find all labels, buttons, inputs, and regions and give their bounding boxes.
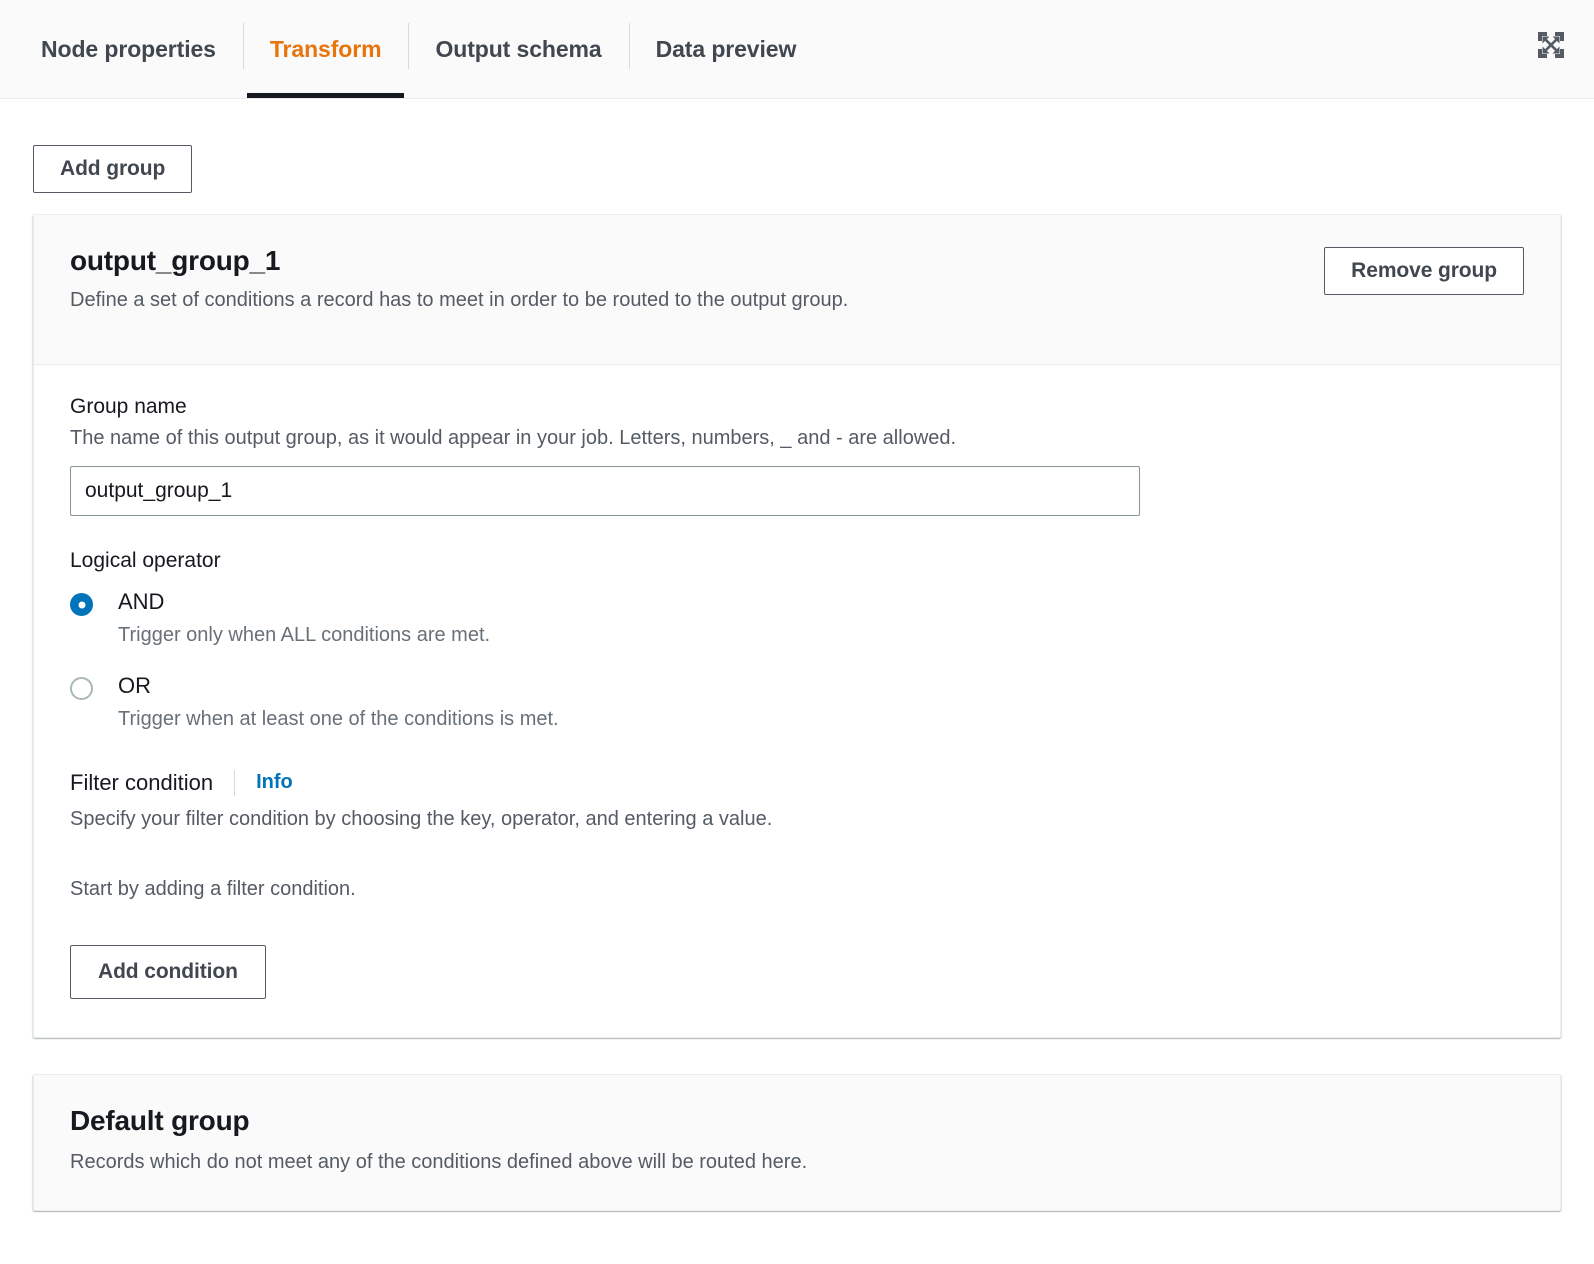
group-name-input[interactable]	[70, 466, 1140, 516]
filter-condition-label: Filter condition	[70, 770, 213, 796]
expand-arrows-icon	[1538, 32, 1564, 58]
expand-panel-button[interactable]	[1537, 31, 1565, 59]
default-group-description: Records which do not meet any of the con…	[70, 1149, 1524, 1176]
transform-content: Add group output_group_1 Define a set of…	[0, 99, 1594, 1211]
add-group-toolbar: Add group	[33, 99, 1561, 214]
radio-and-icon[interactable]	[70, 593, 93, 616]
filter-condition-description: Specify your filter condition by choosin…	[70, 806, 1524, 833]
filter-condition-header: Filter condition Info	[70, 770, 1524, 796]
radio-or-description: Trigger when at least one of the conditi…	[118, 706, 559, 733]
tab-transform[interactable]: Transform	[243, 0, 409, 98]
tab-node-properties[interactable]: Node properties	[14, 0, 243, 98]
output-group-body: Group name The name of this output group…	[34, 365, 1560, 1037]
radio-or-texts: OR Trigger when at least one of the cond…	[118, 671, 559, 753]
tab-data-preview[interactable]: Data preview	[629, 0, 824, 98]
radio-option-or[interactable]: OR Trigger when at least one of the cond…	[70, 671, 1524, 753]
group-name-label: Group name	[70, 395, 1524, 419]
tab-list: Node properties Transform Output schema …	[14, 0, 823, 98]
tab-label: Data preview	[656, 36, 797, 63]
tab-label: Output schema	[435, 36, 601, 63]
tab-bar: Node properties Transform Output schema …	[0, 0, 1594, 99]
output-group-header: output_group_1 Define a set of condition…	[34, 215, 1560, 365]
output-group-title: output_group_1	[70, 245, 1524, 277]
add-group-button[interactable]: Add group	[33, 145, 192, 193]
filter-condition-info-link[interactable]: Info	[256, 771, 293, 794]
tab-label: Transform	[270, 36, 382, 63]
default-group-panel: Default group Records which do not meet …	[33, 1074, 1561, 1211]
filter-condition-empty-state: Start by adding a filter condition.	[70, 878, 1524, 901]
radio-option-and[interactable]: AND Trigger only when ALL conditions are…	[70, 587, 1524, 669]
radio-and-description: Trigger only when ALL conditions are met…	[118, 622, 490, 649]
default-group-title: Default group	[70, 1105, 1524, 1137]
output-group-header-actions: Remove group	[1324, 247, 1524, 295]
output-group-subtitle: Define a set of conditions a record has …	[70, 287, 1524, 314]
remove-group-button[interactable]: Remove group	[1324, 247, 1524, 295]
output-group-panel: output_group_1 Define a set of condition…	[33, 214, 1561, 1038]
logical-operator-label: Logical operator	[70, 549, 1524, 573]
tab-output-schema[interactable]: Output schema	[408, 0, 628, 98]
radio-or-label: OR	[118, 673, 151, 698]
filter-condition-divider	[234, 770, 235, 796]
group-name-field: Group name The name of this output group…	[70, 395, 1524, 516]
tab-label: Node properties	[41, 36, 216, 63]
add-condition-button[interactable]: Add condition	[70, 945, 266, 999]
radio-and-label: AND	[118, 589, 164, 614]
group-name-description: The name of this output group, as it wou…	[70, 425, 1524, 452]
add-condition-toolbar: Add condition	[70, 945, 1524, 999]
radio-or-icon[interactable]	[70, 677, 93, 700]
radio-and-texts: AND Trigger only when ALL conditions are…	[118, 587, 490, 669]
